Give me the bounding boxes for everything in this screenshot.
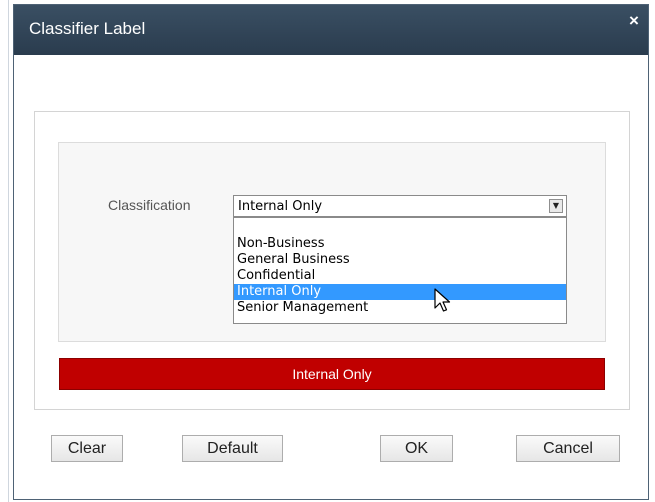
classifier-dialog: Classifier Label × Classification Intern…: [13, 4, 649, 500]
clear-button[interactable]: Clear: [51, 435, 123, 462]
title-bar[interactable]: Classifier Label ×: [14, 5, 648, 55]
option-general-business[interactable]: General Business: [234, 252, 566, 268]
classification-options-list[interactable]: Non-Business General Business Confidenti…: [233, 217, 567, 324]
classification-banner: Internal Only: [59, 358, 605, 390]
background-edge: [8, 0, 9, 502]
chevron-down-icon[interactable]: ▼: [549, 199, 563, 213]
classification-select[interactable]: Internal Only ▼: [233, 195, 567, 217]
cancel-button[interactable]: Cancel: [516, 435, 620, 462]
option-senior-management[interactable]: Senior Management: [234, 300, 566, 316]
close-icon[interactable]: ×: [626, 12, 642, 29]
option-internal-only[interactable]: Internal Only: [234, 284, 566, 300]
option-non-business[interactable]: Non-Business: [234, 236, 566, 252]
ok-button[interactable]: OK: [380, 435, 453, 462]
default-button[interactable]: Default: [182, 435, 283, 462]
mouse-pointer-icon: [434, 288, 451, 312]
option-confidential[interactable]: Confidential: [234, 268, 566, 284]
classification-selected-value: Internal Only: [238, 199, 323, 214]
classification-label: Classification: [108, 197, 191, 213]
dialog-title: Classifier Label: [29, 19, 146, 38]
classification-panel: Classification Internal Only ▼ Non-Busin…: [58, 142, 606, 342]
classification-group: Classification Internal Only ▼ Non-Busin…: [34, 111, 630, 410]
